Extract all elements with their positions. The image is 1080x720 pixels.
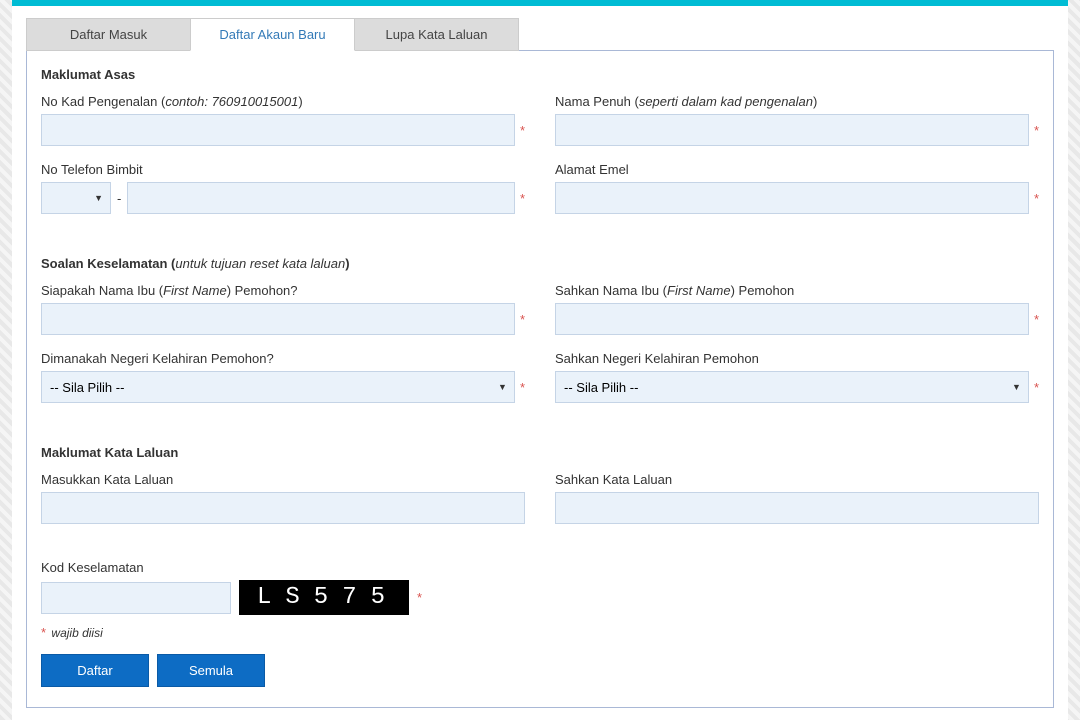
birth-state-select[interactable]: -- Sila Pilih -- bbox=[41, 371, 515, 403]
section-password-title: Maklumat Kata Laluan bbox=[41, 445, 1039, 460]
fullname-input[interactable] bbox=[555, 114, 1029, 146]
required-star: * bbox=[1034, 191, 1039, 206]
required-star: * bbox=[1034, 312, 1039, 327]
required-star: * bbox=[1034, 380, 1039, 395]
required-star: * bbox=[520, 123, 525, 138]
nric-input[interactable] bbox=[41, 114, 515, 146]
required-star: * bbox=[520, 380, 525, 395]
mother-name-confirm-label: Sahkan Nama Ibu (First Name) Pemohon bbox=[555, 283, 1039, 298]
phone-separator: - bbox=[117, 191, 121, 206]
submit-button[interactable]: Daftar bbox=[41, 654, 149, 687]
required-star: * bbox=[417, 590, 422, 605]
mother-name-label: Siapakah Nama Ibu (First Name) Pemohon? bbox=[41, 283, 525, 298]
fullname-label: Nama Penuh (seperti dalam kad pengenalan… bbox=[555, 94, 1039, 109]
password-confirm-input[interactable] bbox=[555, 492, 1039, 524]
section-security-title: Soalan Keselamatan (untuk tujuan reset k… bbox=[41, 256, 1039, 271]
tab-forgot-password[interactable]: Lupa Kata Laluan bbox=[354, 18, 519, 51]
mother-name-input[interactable] bbox=[41, 303, 515, 335]
password-label: Masukkan Kata Laluan bbox=[41, 472, 525, 487]
birth-state-confirm-select[interactable]: -- Sila Pilih -- bbox=[555, 371, 1029, 403]
tab-login[interactable]: Daftar Masuk bbox=[26, 18, 191, 51]
form-panel: Maklumat Asas No Kad Pengenalan (contoh:… bbox=[26, 50, 1054, 708]
required-star: * bbox=[520, 312, 525, 327]
email-label: Alamat Emel bbox=[555, 162, 1039, 177]
nric-label: No Kad Pengenalan (contoh: 760910015001) bbox=[41, 94, 525, 109]
phone-number-input[interactable] bbox=[127, 182, 515, 214]
birth-state-confirm-label: Sahkan Negeri Kelahiran Pemohon bbox=[555, 351, 1039, 366]
birth-state-label: Dimanakah Negeri Kelahiran Pemohon? bbox=[41, 351, 525, 366]
required-star: * bbox=[1034, 123, 1039, 138]
captcha-image: LS575 bbox=[239, 580, 409, 615]
captcha-input[interactable] bbox=[41, 582, 231, 614]
section-basic-title: Maklumat Asas bbox=[41, 67, 1039, 82]
phone-label: No Telefon Bimbit bbox=[41, 162, 525, 177]
password-input[interactable] bbox=[41, 492, 525, 524]
reset-button[interactable]: Semula bbox=[157, 654, 265, 687]
tab-register[interactable]: Daftar Akaun Baru bbox=[190, 18, 355, 51]
email-input[interactable] bbox=[555, 182, 1029, 214]
phone-prefix-select[interactable] bbox=[41, 182, 111, 214]
mandatory-note: * wajib diisi bbox=[41, 625, 1039, 640]
mother-name-confirm-input[interactable] bbox=[555, 303, 1029, 335]
captcha-label: Kod Keselamatan bbox=[41, 560, 1039, 575]
tab-bar: Daftar Masuk Daftar Akaun Baru Lupa Kata… bbox=[26, 18, 1054, 51]
required-star: * bbox=[520, 191, 525, 206]
password-confirm-label: Sahkan Kata Laluan bbox=[555, 472, 1039, 487]
